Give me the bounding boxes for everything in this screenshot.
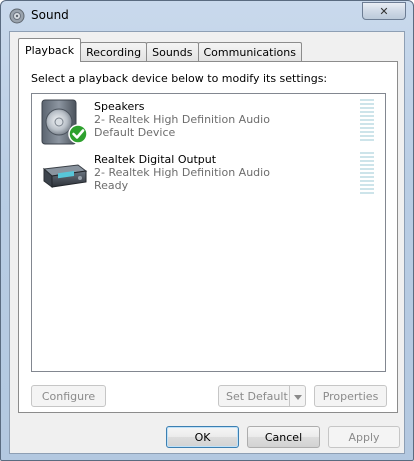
set-default-label: Set Default xyxy=(226,389,288,403)
sound-dialog-window: Sound ✕ Playback Recording Sounds Commun… xyxy=(0,0,414,461)
chevron-down-icon xyxy=(293,390,302,403)
device-status: Default Device xyxy=(94,126,176,139)
cancel-button[interactable]: Cancel xyxy=(247,426,320,448)
ok-button[interactable]: OK xyxy=(166,426,239,448)
device-item-speakers[interactable]: Speakers 2- Realtek High Definition Audi… xyxy=(32,95,385,147)
device-item-digital-output[interactable]: Realtek Digital Output 2- Realtek High D… xyxy=(32,148,385,200)
sound-app-icon xyxy=(9,8,25,24)
configure-label: Configure xyxy=(41,389,96,403)
set-default-dropdown[interactable] xyxy=(289,386,305,406)
tab-label: Recording xyxy=(86,46,142,59)
tab-label: Playback xyxy=(25,44,75,57)
digital-output-icon xyxy=(38,151,90,199)
set-default-button[interactable]: Set Default xyxy=(218,385,306,407)
playback-device-list[interactable]: Speakers 2- Realtek High Definition Audi… xyxy=(31,93,386,372)
speaker-icon xyxy=(38,98,90,146)
tab-recording[interactable]: Recording xyxy=(80,42,148,62)
tab-playback[interactable]: Playback xyxy=(18,38,82,62)
tab-label: Communications xyxy=(203,46,296,59)
title-bar[interactable]: Sound ✕ xyxy=(1,1,413,31)
close-icon: ✕ xyxy=(379,4,389,18)
tab-sounds[interactable]: Sounds xyxy=(146,42,199,62)
device-description: 2- Realtek High Definition Audio xyxy=(94,113,270,126)
volume-level-meter xyxy=(360,152,374,194)
close-button[interactable]: ✕ xyxy=(362,2,406,20)
device-status: Ready xyxy=(94,179,129,192)
apply-label: Apply xyxy=(348,430,380,444)
device-name: Speakers xyxy=(94,100,145,113)
apply-button[interactable]: Apply xyxy=(328,426,400,448)
playback-tab-panel: Select a playback device below to modify… xyxy=(18,61,398,413)
device-description: 2- Realtek High Definition Audio xyxy=(94,166,270,179)
volume-level-meter xyxy=(360,99,374,141)
dialog-client-area: Playback Recording Sounds Communications… xyxy=(9,31,405,454)
properties-button[interactable]: Properties xyxy=(314,385,387,407)
cancel-label: Cancel xyxy=(264,430,303,444)
instruction-text: Select a playback device below to modify… xyxy=(31,72,328,85)
tab-communications[interactable]: Communications xyxy=(197,42,302,62)
ok-label: OK xyxy=(194,430,211,444)
tab-label: Sounds xyxy=(152,46,193,59)
properties-label: Properties xyxy=(322,389,379,403)
tab-strip: Playback Recording Sounds Communications xyxy=(18,38,302,62)
device-name: Realtek Digital Output xyxy=(94,153,217,166)
configure-button[interactable]: Configure xyxy=(31,385,106,407)
window-title: Sound xyxy=(31,8,69,22)
